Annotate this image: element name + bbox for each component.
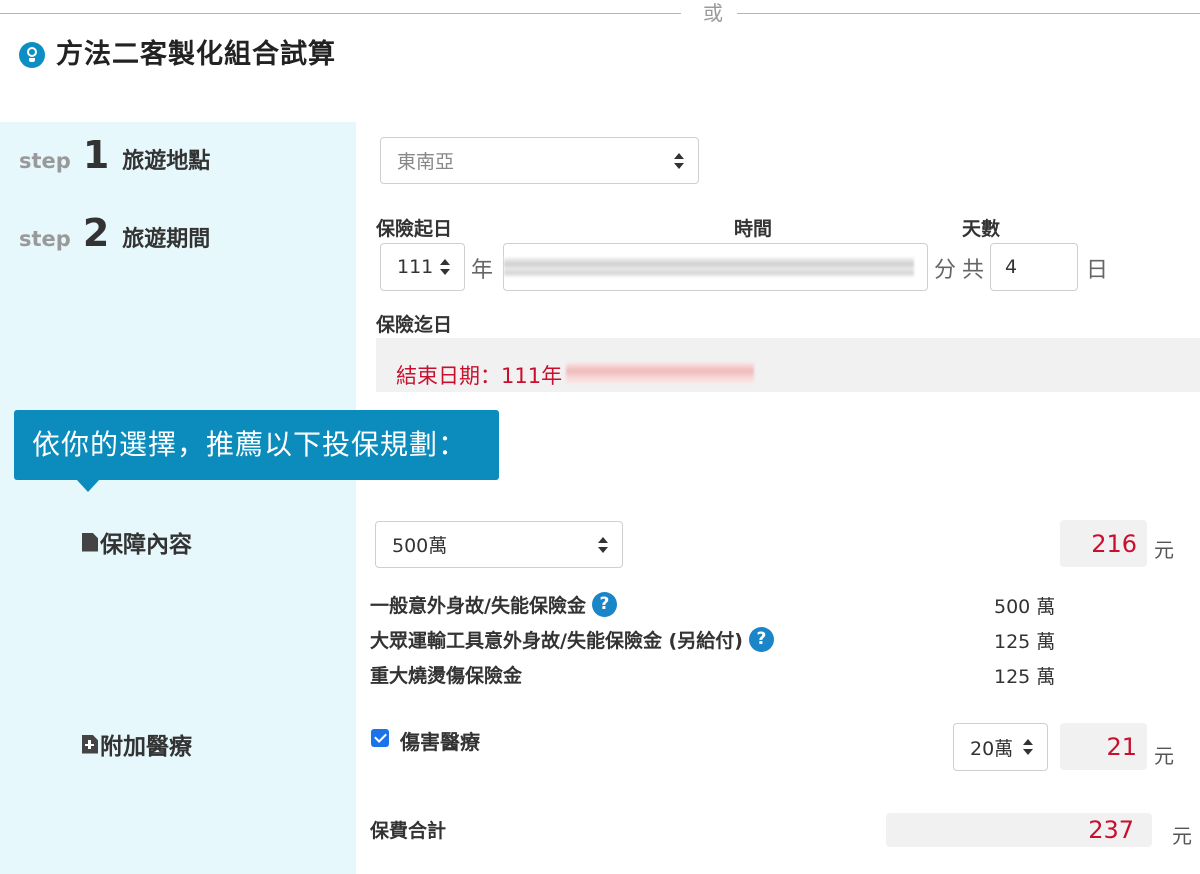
medical-selected-value: 20萬 bbox=[970, 737, 1014, 760]
step-number: 2 bbox=[82, 211, 110, 255]
coverage-amount-select[interactable]: 500萬 bbox=[375, 521, 623, 568]
select-arrows-icon bbox=[440, 259, 450, 275]
step-label-destination: 旅遊地點 bbox=[122, 149, 211, 174]
end-date-display: 結束日期：111年 bbox=[376, 338, 1200, 392]
start-date-label: 保險起日 bbox=[376, 218, 453, 240]
document-icon bbox=[82, 532, 98, 552]
coverage-label-text: 保障內容 bbox=[100, 532, 192, 558]
injury-medical-checkbox[interactable] bbox=[371, 729, 389, 747]
coverage-currency: 元 bbox=[1154, 538, 1174, 562]
year-selected-value: 111 bbox=[397, 256, 434, 278]
destination-select[interactable]: 東南亞 bbox=[380, 137, 699, 184]
destination-selected-value: 東南亞 bbox=[397, 151, 455, 173]
benefit-amount: 125 萬 bbox=[994, 631, 1056, 653]
redacted-end-date bbox=[566, 362, 754, 384]
days-unit: 日 bbox=[1086, 258, 1109, 283]
benefit-amount: 500 萬 bbox=[994, 596, 1056, 618]
step-1: step 1 旅遊地點 bbox=[19, 133, 210, 177]
coverage-price: 216 bbox=[1060, 520, 1147, 567]
injury-medical-label[interactable]: 傷害醫療 bbox=[400, 726, 480, 755]
section-title: 方法二客製化組合試算 bbox=[56, 39, 336, 70]
total-premium-label: 保費合計 bbox=[370, 820, 447, 842]
benefit-accident-death: 一般意外身故/失能保險金 ? bbox=[370, 591, 617, 618]
help-icon[interactable]: ? bbox=[748, 627, 774, 652]
benefit-transport-accident: 大眾運輸工具意外身故/失能保險金 (另給付) ? bbox=[370, 626, 774, 653]
banner-pointer bbox=[76, 479, 100, 492]
step-2: step 2 旅遊期間 bbox=[19, 211, 210, 255]
medical-label: 附加醫療 bbox=[82, 727, 192, 761]
days-label: 天數 bbox=[962, 218, 1001, 240]
benefit-name-text: 重大燒燙傷保險金 bbox=[370, 665, 523, 687]
medical-price: 21 bbox=[1060, 723, 1147, 770]
lightbulb-icon bbox=[19, 42, 45, 68]
help-icon[interactable]: ? bbox=[591, 592, 617, 617]
benefit-amount: 125 萬 bbox=[994, 666, 1056, 688]
year-select[interactable]: 111 bbox=[380, 243, 465, 291]
date-time-selectors[interactable] bbox=[503, 243, 928, 291]
divider-line-left bbox=[0, 13, 681, 14]
coverage-label: 保障內容 bbox=[82, 525, 192, 559]
benefit-name-text: 大眾運輸工具意外身故/失能保險金 (另給付) bbox=[370, 630, 743, 652]
select-arrows-icon bbox=[674, 152, 684, 169]
step-word: step bbox=[19, 149, 71, 173]
step-label-period: 旅遊期間 bbox=[122, 227, 211, 252]
total-prefix: 共 bbox=[962, 258, 985, 283]
divider-line-right bbox=[737, 13, 1200, 14]
select-arrows-icon bbox=[1023, 739, 1033, 755]
document-plus-icon bbox=[82, 734, 98, 754]
medical-currency: 元 bbox=[1154, 744, 1174, 768]
end-date-label: 保險迄日 bbox=[376, 314, 453, 336]
medical-label-text: 附加醫療 bbox=[100, 734, 192, 760]
divider-or-text: 或 bbox=[703, 1, 723, 25]
recommendation-banner: 依你的選擇，推薦以下投保規劃： bbox=[14, 410, 499, 480]
coverage-price-value: 216 bbox=[1091, 529, 1137, 558]
benefit-burn-injury: 重大燒燙傷保險金 bbox=[370, 661, 522, 688]
time-label: 時間 bbox=[734, 218, 773, 240]
days-value: 4 bbox=[1005, 256, 1018, 278]
days-input[interactable]: 4 bbox=[990, 243, 1078, 291]
year-unit: 年 bbox=[471, 258, 494, 283]
select-arrows-icon bbox=[598, 536, 608, 553]
medical-amount-select[interactable]: 20萬 bbox=[953, 723, 1048, 771]
step-word: step bbox=[19, 227, 71, 251]
minute-unit: 分 bbox=[934, 258, 957, 283]
step-number: 1 bbox=[82, 133, 110, 177]
end-date-text: 結束日期：111年 bbox=[396, 364, 563, 388]
total-currency: 元 bbox=[1172, 824, 1192, 848]
coverage-selected-value: 500萬 bbox=[392, 535, 448, 557]
medical-price-value: 21 bbox=[1106, 732, 1137, 761]
benefit-name-text: 一般意外身故/失能保險金 bbox=[370, 595, 586, 617]
redacted-date-time bbox=[504, 257, 914, 277]
total-premium-value: 237 bbox=[886, 813, 1152, 847]
